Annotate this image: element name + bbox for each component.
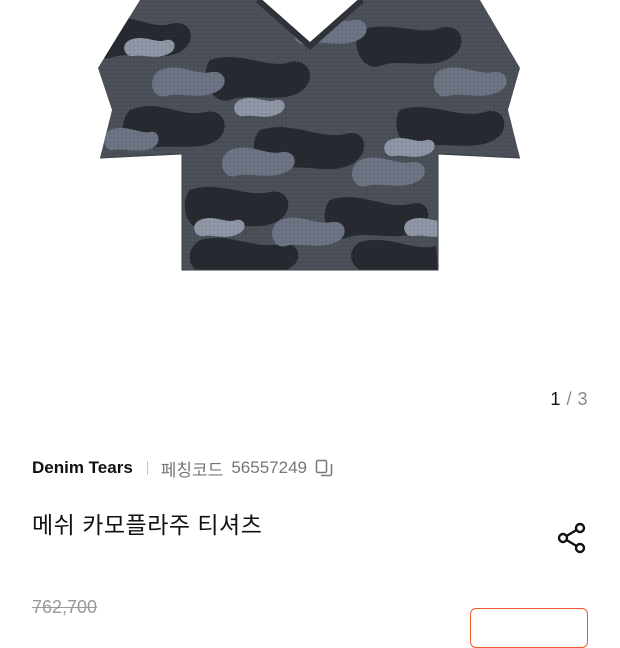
fetching-code-label: 페칭코드 xyxy=(160,460,224,480)
product-image[interactable] xyxy=(0,0,620,380)
share-button[interactable] xyxy=(555,521,589,555)
coupon-button[interactable] xyxy=(470,608,588,648)
product-title: 메쉬 카모플라주 티셔츠 xyxy=(32,512,263,538)
meta-divider xyxy=(146,461,148,475)
pager-separator: / xyxy=(566,389,572,409)
pager-current: 1 xyxy=(550,389,561,409)
image-pager: 1 / 3 xyxy=(550,389,588,410)
brand-link[interactable]: Denim Tears xyxy=(32,458,133,478)
share-icon xyxy=(557,522,586,554)
fetching-code-value: 56557249 xyxy=(231,458,307,477)
copy-icon[interactable] xyxy=(315,459,333,477)
product-meta-row: Denim Tears 페칭코드 56557249 xyxy=(32,456,333,480)
original-price: 762,700 xyxy=(32,597,98,617)
pager-total: 3 xyxy=(577,389,588,409)
product-image-gallery[interactable] xyxy=(0,0,620,380)
